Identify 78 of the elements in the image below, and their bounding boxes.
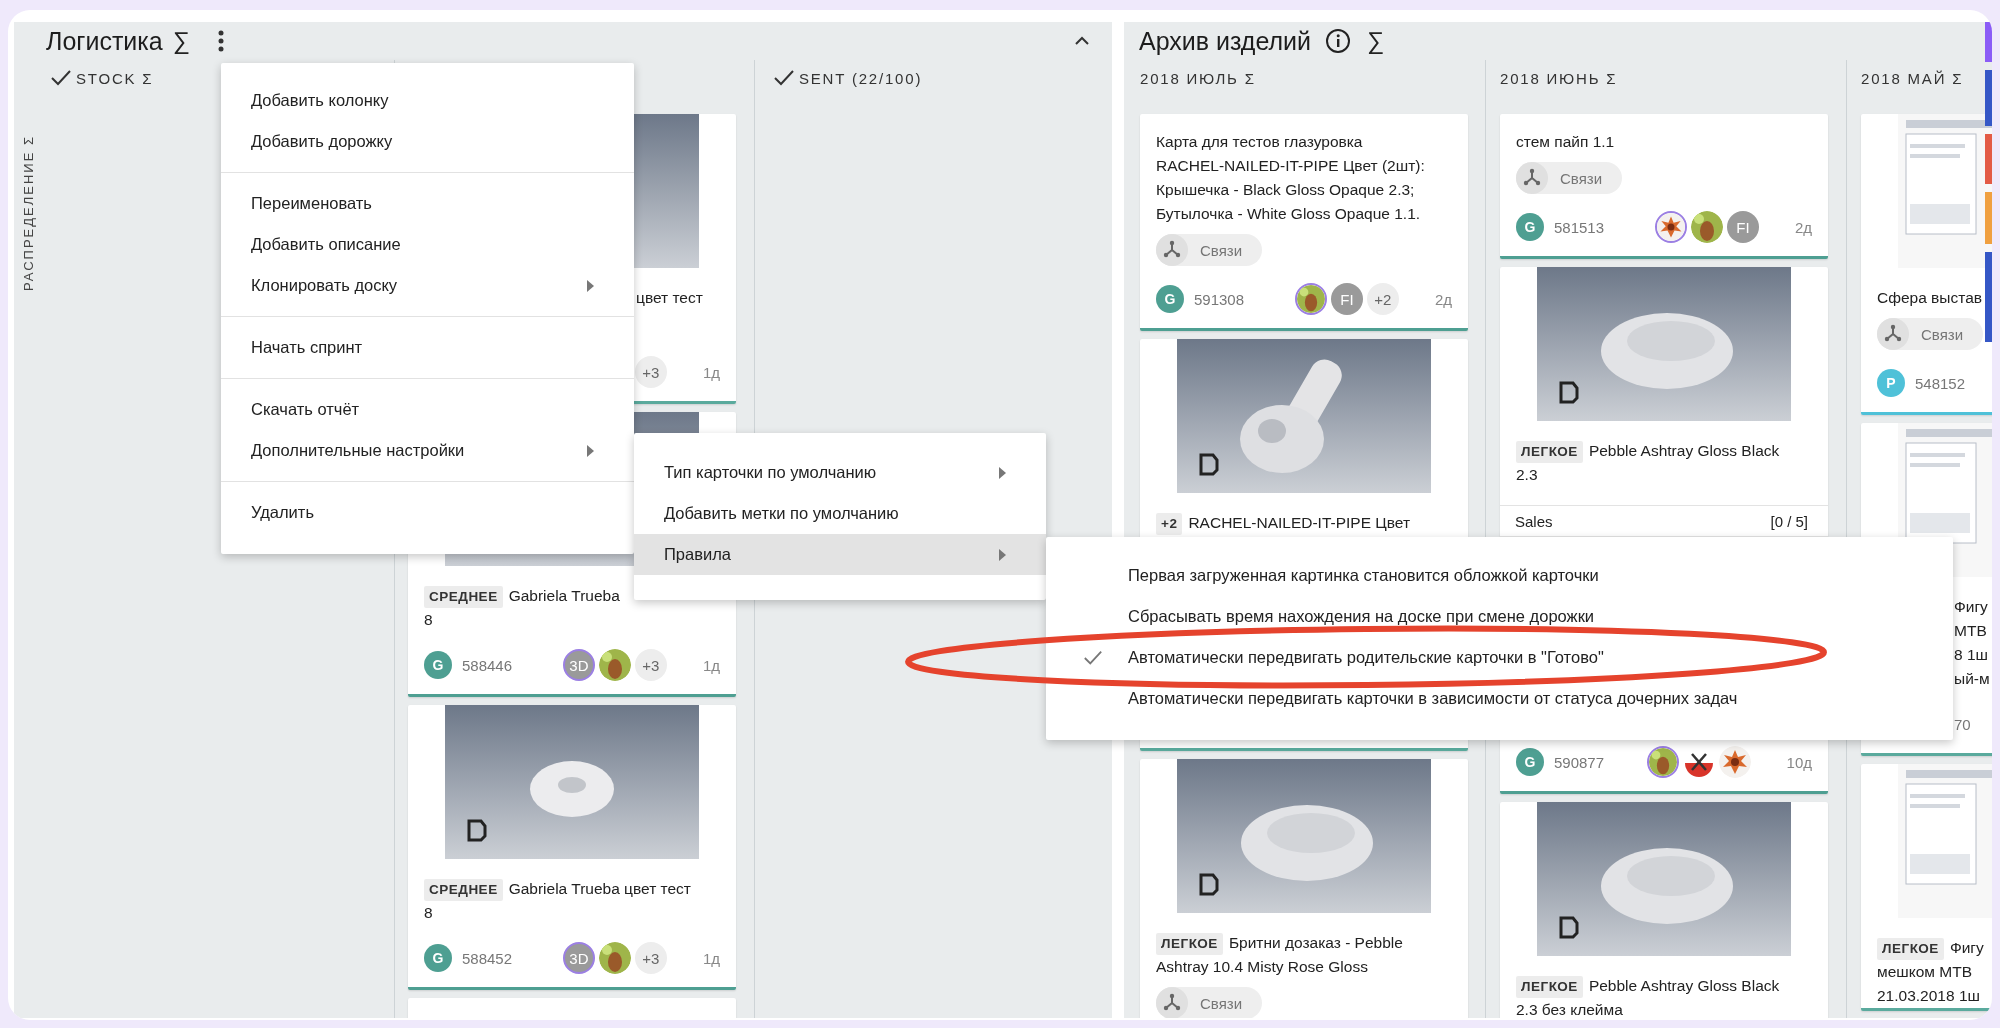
sum-button[interactable]: ∑ (172, 27, 190, 55)
avatar: FI (1330, 283, 1363, 315)
avatar: 3D (562, 649, 595, 681)
nodes-icon (1156, 987, 1188, 1018)
checklist-count: [0 / 5] (1770, 512, 1808, 530)
card-age: 1д (702, 656, 720, 674)
menu-item[interactable]: Начать спринт (221, 327, 634, 368)
menu-item[interactable]: Правила (634, 534, 1046, 575)
card-title: +2 RACHEL-NAILED-IT-PIPE Цвет (1156, 511, 1452, 535)
user-badge: P (1877, 369, 1905, 397)
card-title: СРЕДНЕЕ Gabriela Trueba 8 (424, 585, 621, 630)
card-title: стем пайп 1.1 (1516, 132, 1616, 152)
links-chip[interactable]: Связи (1156, 234, 1262, 266)
card-id: 590877 (1554, 753, 1605, 771)
column-title: 2018 ИЮНЬ Σ (1500, 69, 1618, 87)
board-title: Архив изделий (1139, 26, 1312, 56)
card-title: ЛЕГКОЕ Pebble Ashtray Gloss Black 2.3 (1516, 440, 1781, 485)
column-title: 2018 ИЮЛЬ Σ (1140, 69, 1256, 87)
card-id: 591308 (1194, 290, 1245, 308)
nodes-icon (1516, 162, 1548, 194)
user-badge: G (424, 944, 452, 972)
card-id: 548152 (1915, 374, 1966, 392)
more-count: +3 (634, 942, 667, 974)
card-title: Фигу МТВ 8 1ш ый-м (1954, 597, 1991, 689)
nodes-icon (1156, 234, 1188, 266)
card-age: 1д (702, 363, 720, 381)
user-badge: G (1156, 285, 1184, 313)
card-age: 10д (1786, 753, 1812, 771)
menu-item[interactable]: Добавить описание (221, 224, 634, 265)
more-icon[interactable] (217, 30, 224, 52)
avatar: FI (1726, 211, 1759, 243)
menu-item[interactable]: Добавить метки по умолчанию (634, 493, 1046, 534)
menu-item[interactable]: Клонировать доску (221, 265, 634, 306)
menu-item[interactable]: Переименовать (221, 183, 634, 224)
user-badge: G (1516, 748, 1544, 776)
avatar: 3D (562, 942, 595, 974)
card-title: Карта для тестов глазуровка RACHEL-NAILED-IT-PIPE Цвет (2шт): Крышечка - Black Gloss Opaque 2.3; Бутылочка - White Gloss Opaque 1.1. (1156, 132, 1426, 224)
checklist-label: Sales (1515, 512, 1553, 530)
board-title: Логистика (46, 26, 163, 56)
info-icon[interactable] (1325, 28, 1352, 54)
links-chip[interactable]: Связи (1156, 987, 1262, 1018)
card-age: 2д (1434, 290, 1452, 308)
card-id: 70 (1954, 715, 1971, 733)
card-title: ЛЕГКОЕ Бритни дозаказ - Pebble Ashtray 10.4 Misty Rose Gloss (1156, 932, 1404, 977)
card-age: 1д (702, 949, 720, 967)
menu-item[interactable]: Дополнительные настройки (221, 430, 634, 471)
menu-item[interactable]: Скачать отчёт (221, 389, 634, 430)
more-count: +3 (634, 356, 667, 388)
card-id: 581513 (1554, 218, 1605, 236)
card-age: 2д (1794, 218, 1812, 236)
nodes-icon (1877, 318, 1909, 350)
menu-item[interactable]: Тип карточки по умолчанию (634, 452, 1046, 493)
menu-item[interactable]: Первая загруженная картинка становится обложкой карточки (1046, 555, 1953, 596)
menu-item[interactable]: Добавить дорожку (221, 121, 634, 162)
card-id: 588452 (462, 949, 513, 967)
collapse-icon[interactable] (1074, 36, 1090, 46)
card-title: цвет тест (636, 288, 704, 308)
card-id: 588446 (462, 656, 513, 674)
links-chip[interactable]: Связи (1516, 162, 1622, 194)
more-count: +3 (634, 649, 667, 681)
card-title: ЛЕГКОЕ Фигу мешком МТВ 21.03.2018 1ш (1877, 937, 1985, 1006)
user-badge: G (1516, 213, 1544, 241)
column-title: STOCK Σ (76, 69, 154, 87)
card-title: Сфера выстав (1877, 288, 1984, 308)
column-title: 2018 МАЙ Σ (1861, 69, 1964, 87)
menu-item[interactable]: Добавить колонку (221, 80, 634, 121)
sum-button[interactable]: ∑ (1367, 27, 1385, 55)
card-title: ЛЕГКОЕ Pebble Ashtray Gloss Black 2.3 без клейма (1516, 975, 1781, 1018)
lane-label: РАСПРЕДЕЛЕНИЕ Σ (21, 135, 36, 291)
menu-item[interactable]: Автоматически передвигать родительские карточки в "Готово" (1046, 637, 1953, 678)
menu-item[interactable]: Удалить (221, 492, 634, 533)
links-chip[interactable]: Связи (1877, 318, 1983, 350)
menu-item[interactable]: Автоматически передвигать карточки в зависимости от статуса дочерних задач (1046, 678, 1953, 719)
column-title: SENT (22/100) (799, 69, 923, 87)
menu-item[interactable]: Сбрасывать время нахождения на доске при смене дорожки (1046, 596, 1953, 637)
card-title: СРЕДНЕЕ Gabriela Trueba цвет тест 8 (424, 878, 692, 923)
user-badge: G (424, 651, 452, 679)
more-count: +2 (1366, 283, 1399, 315)
